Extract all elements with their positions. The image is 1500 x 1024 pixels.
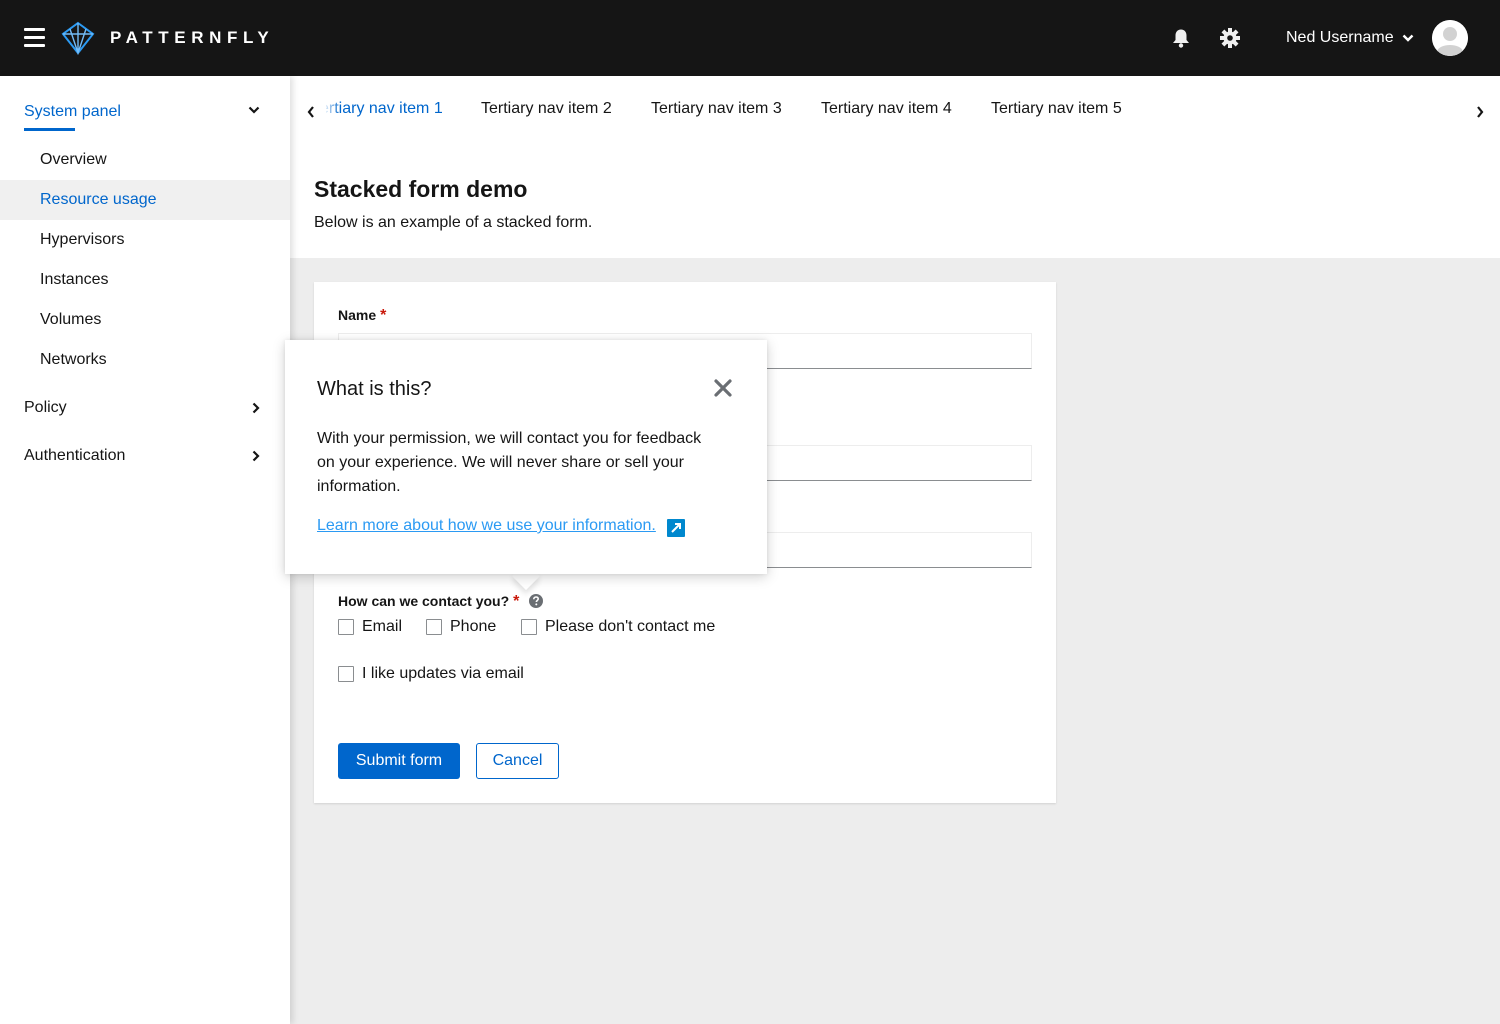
avatar[interactable] [1432,20,1468,56]
checkbox-updates-via-email[interactable]: I like updates via email [338,665,524,683]
nav-group-authentication[interactable]: Authentication [24,440,264,472]
checkbox-phone[interactable]: Phone [426,618,496,636]
page-title: Stacked form demo [314,176,528,202]
sidebar-item-label: Hypervisors [40,231,125,248]
cancel-button[interactable]: Cancel [476,743,559,779]
sidebar-item-resource-usage[interactable]: Resource usage [0,180,290,220]
contact-label: How can we contact you? * [338,593,544,611]
sidebar-item-label: Instances [40,271,109,288]
name-label-text: Name [338,307,377,323]
sidebar-item-volumes[interactable]: Volumes [0,300,290,340]
tab-tertiary-nav-item-1[interactable]: Tertiary nav item 1 [326,100,449,126]
required-mark: * [513,593,520,610]
tab-label: Tertiary nav item 4 [821,100,952,117]
nav-group-policy[interactable]: Policy [24,392,264,424]
checkbox-dont-contact[interactable]: Please don't contact me [521,618,715,636]
chevron-right-icon [252,402,260,414]
nav-group-label: System panel [24,103,121,120]
contact-label-text: How can we contact you? [338,593,510,609]
sidebar-item-label: Overview [40,151,107,168]
nav-group-system-panel[interactable]: System panel [24,96,264,128]
checkbox-label: I like updates via email [362,665,524,682]
external-link-icon[interactable] [667,519,685,537]
patternfly-logo[interactable]: PATTERNFLY [60,20,274,56]
gear-icon[interactable] [1219,27,1241,49]
page-description: Below is an example of a stacked form. [314,214,593,231]
help-icon[interactable] [529,594,544,608]
sidebar: System panel Overview Resource usage Hyp… [0,76,290,1024]
brand-name: PATTERNFLY [110,28,275,47]
logo-mark-icon [61,21,95,55]
checkbox-box[interactable] [426,619,442,635]
sidebar-item-label: Volumes [40,311,102,328]
tab-tertiary-nav-item-4[interactable]: Tertiary nav item 4 [821,100,952,126]
user-name: Ned Username [1286,29,1394,46]
checkbox-box[interactable] [338,619,354,635]
chevron-down-icon [1402,34,1413,42]
checkbox-email[interactable]: Email [338,618,402,636]
sidebar-item-label: Networks [40,351,107,368]
user-dropdown[interactable]: Ned Username [1286,27,1414,49]
chevron-down-icon [248,106,260,114]
hamburger-icon[interactable] [24,28,45,47]
sidebar-item-hypervisors[interactable]: Hypervisors [0,220,290,260]
popover: What is this? With your permission, we w… [285,340,767,574]
tab-tertiary-nav-item-3[interactable]: Tertiary nav item 3 [651,100,782,126]
popover-learn-more-link[interactable]: Learn more about how we use your informa… [317,517,656,535]
checkbox-box[interactable] [338,666,354,682]
active-group-indicator [24,128,75,131]
tab-tertiary-nav-item-2[interactable]: Tertiary nav item 2 [481,100,612,126]
sidebar-item-instances[interactable]: Instances [0,260,290,300]
tab-label: Tertiary nav item 2 [481,100,612,117]
tab-tertiary-nav-item-5[interactable]: Tertiary nav item 5 [991,100,1122,126]
tab-fade [324,98,340,126]
checkbox-box[interactable] [521,619,537,635]
name-label: Name * [338,307,386,325]
popover-body: With your permission, we will contact yo… [317,430,702,495]
scroll-right-icon[interactable] [1475,104,1485,120]
masthead: PATTERNFLY Ned Username [0,0,1500,76]
sidebar-item-overview[interactable]: Overview [0,140,290,180]
checkbox-label: Please don't contact me [545,618,716,635]
scroll-left-icon[interactable] [306,104,316,120]
close-icon[interactable] [713,378,733,398]
submit-button[interactable]: Submit form [338,743,460,779]
tab-label: Tertiary nav item 1 [326,100,443,117]
checkbox-label: Phone [450,618,497,635]
chevron-right-icon [252,450,260,462]
bell-icon[interactable] [1170,28,1192,48]
tab-label: Tertiary nav item 3 [651,100,782,117]
checkbox-label: Email [362,618,403,635]
required-mark: * [380,307,387,324]
popover-arrow-cover [505,560,547,574]
user-avatar-icon [1432,20,1468,56]
sidebar-item-label: Resource usage [40,191,157,208]
nav-group-label: Authentication [24,447,126,464]
nav-group-label: Policy [24,399,67,416]
popover-title: What is this? [317,378,432,400]
sidebar-item-networks[interactable]: Networks [0,340,290,380]
tab-label: Tertiary nav item 5 [991,100,1122,117]
